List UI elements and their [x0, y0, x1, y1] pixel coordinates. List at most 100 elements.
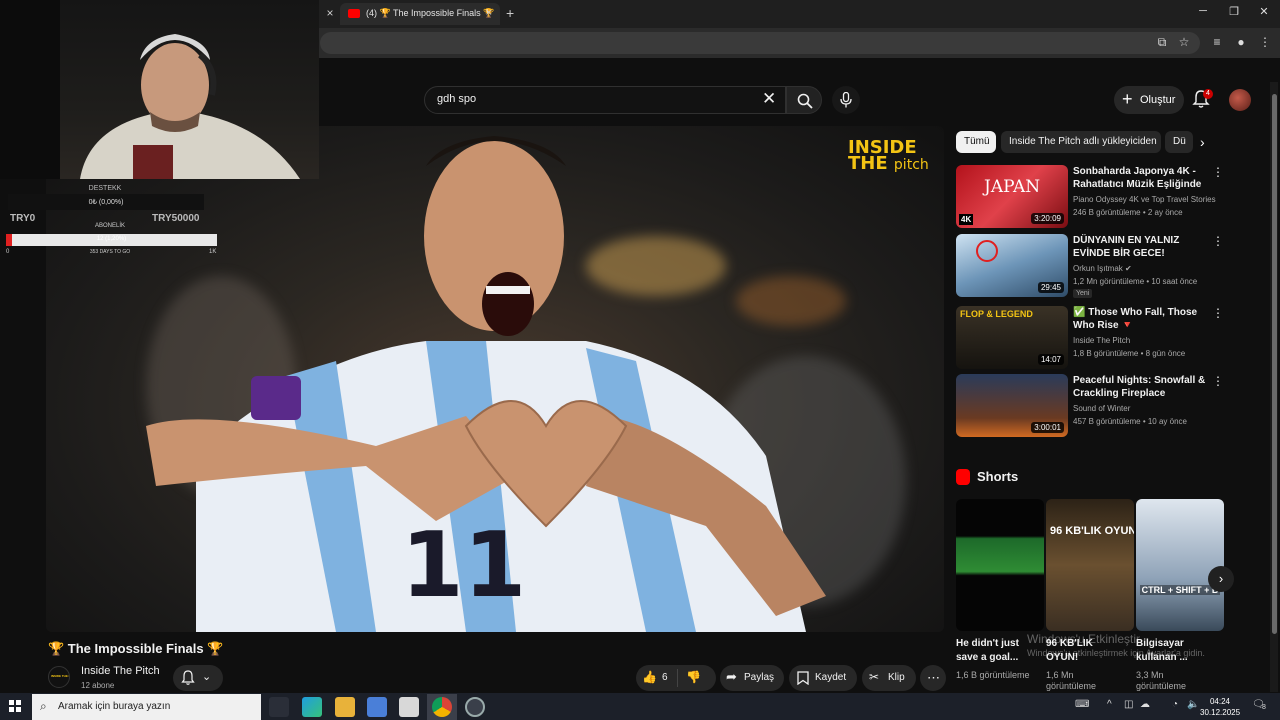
- more-options-icon[interactable]: ⋮: [1212, 306, 1224, 320]
- microsoft-store-icon[interactable]: [367, 697, 387, 717]
- mail-icon[interactable]: [399, 697, 419, 717]
- new-tab-button[interactable]: +: [506, 6, 514, 20]
- search-button[interactable]: [786, 86, 822, 114]
- wifi-icon[interactable]: ◔: [1172, 699, 1178, 710]
- task-view-icon[interactable]: [269, 697, 289, 717]
- quality-badge: 4K: [959, 214, 974, 225]
- logo-line-2: THE pitch: [848, 153, 929, 174]
- screen: × (4) 🏆 The Impossible Finals 🏆 × + ─ ❐ …: [0, 0, 1280, 720]
- file-explorer-icon[interactable]: [335, 697, 355, 717]
- channel-name: Inside The Pitch: [1073, 336, 1131, 345]
- clip-label: Klip: [888, 672, 905, 683]
- restore-button[interactable]: ❐: [1222, 5, 1246, 18]
- close-window-button[interactable]: ✕: [1252, 5, 1276, 18]
- subscription-max: 1K: [209, 249, 217, 255]
- channel-name[interactable]: Inside The Pitch: [81, 665, 160, 677]
- scrollbar-thumb[interactable]: [1272, 94, 1277, 634]
- short-thumbnail[interactable]: [956, 499, 1044, 631]
- account-avatar[interactable]: [1229, 89, 1251, 111]
- taskbar-search-box[interactable]: ⌕ Aramak için buraya yazın: [32, 694, 261, 720]
- taskbar-search-placeholder: Aramak için buraya yazın: [58, 701, 171, 712]
- like-dislike-group: 👍 6 👎: [636, 665, 716, 691]
- taskbar-clock[interactable]: 04:24 30.12.2025: [1200, 696, 1240, 718]
- donation-value: 0₺ (0,00%): [88, 199, 124, 206]
- short-thumbnail[interactable]: CTRL + SHIFT + B: [1136, 499, 1224, 631]
- channel-name: Sound of Winter: [1073, 404, 1131, 413]
- notification-center-count: 8: [1262, 704, 1266, 711]
- video-thumbnail: 3:00:01: [956, 374, 1068, 437]
- video-duration: 14:07: [1037, 354, 1064, 365]
- windows-activation-watermark: Windows'u Etkinleştir: [1027, 632, 1140, 646]
- chip-from-uploader[interactable]: Inside The Pitch adlı yükleyiciden: [1001, 131, 1161, 153]
- address-bar[interactable]: [320, 32, 1200, 54]
- video-title: ✅ Those Who Fall, Those Who Rise 🔻: [1073, 307, 1198, 331]
- chips-next-arrow-icon[interactable]: ›: [1200, 134, 1205, 150]
- more-actions-button[interactable]: ⋯: [920, 665, 946, 691]
- webcam-overlay: [0, 0, 319, 179]
- short-title[interactable]: He didn't just save a goal...: [956, 637, 1036, 665]
- short-thumbnail[interactable]: 96 KB'LIK OYUN: [1046, 499, 1134, 631]
- verified-icon: ✔: [1125, 264, 1132, 273]
- obs-studio-icon[interactable]: [465, 697, 485, 717]
- chip-all[interactable]: Tümü: [956, 131, 996, 153]
- video-meta: 1,8 B görüntüleme • 8 gün önce: [1073, 349, 1186, 358]
- more-options-icon[interactable]: ⋮: [1212, 234, 1224, 248]
- youtube-favicon-icon: [348, 9, 360, 18]
- recommendation-item[interactable]: FLOP & LEGEND 14:07 ✅ Those Who Fall, Th…: [956, 306, 1226, 370]
- voice-search-button[interactable]: [832, 86, 860, 114]
- short-views: 1,6 B görüntüleme: [956, 670, 1030, 680]
- more-options-icon[interactable]: ⋮: [1212, 374, 1224, 388]
- tab-title: (4) 🏆 The Impossible Finals 🏆: [366, 8, 495, 18]
- tab-youtube[interactable]: (4) 🏆 The Impossible Finals 🏆 ×: [340, 3, 500, 25]
- chevron-down-icon: ⌄: [202, 671, 212, 683]
- clear-search-icon[interactable]: ✕: [762, 89, 776, 109]
- video-title: Sonbaharda Japonya 4K - Rahatlatıcı Müzi…: [1073, 166, 1202, 190]
- search-input-value: gdh spo: [437, 93, 477, 105]
- divider: [677, 669, 678, 687]
- share-button[interactable]: ➦ Paylaş: [720, 665, 784, 691]
- edge-browser-icon[interactable]: [302, 697, 322, 717]
- minimize-button[interactable]: ─: [1191, 5, 1215, 17]
- new-badge: Yeni: [1073, 289, 1093, 298]
- channel-avatar[interactable]: INSIDE THE PITCH: [48, 666, 70, 688]
- bookmark-star-icon[interactable]: ☆: [1176, 35, 1192, 49]
- shorts-next-arrow-icon[interactable]: ›: [1208, 566, 1234, 592]
- short-views: 1,6 Mn görüntüleme: [1046, 670, 1097, 691]
- subscription-days-left: 353 DAYS TO GO: [89, 249, 131, 255]
- plus-icon: +: [1122, 89, 1133, 109]
- chip-more[interactable]: Dü: [1165, 131, 1193, 153]
- media-control-icon[interactable]: ≡: [1209, 35, 1225, 49]
- subscribed-notification-button[interactable]: ⌄: [173, 665, 223, 691]
- search-icon: ⌕: [40, 699, 47, 713]
- search-input[interactable]: gdh spo: [424, 86, 786, 114]
- create-button[interactable]: + Oluştur: [1114, 86, 1184, 114]
- tray-overflow-icon[interactable]: ^: [1107, 699, 1112, 710]
- cloud-icon[interactable]: ☁: [1140, 699, 1150, 710]
- previous-tab-close-icon[interactable]: ×: [323, 6, 337, 20]
- save-button[interactable]: Kaydet: [789, 665, 857, 691]
- like-button[interactable]: 👍: [642, 670, 657, 684]
- tab-close-icon[interactable]: ×: [486, 7, 492, 19]
- windows-start-icon[interactable]: [9, 700, 21, 712]
- dislike-button[interactable]: 👎: [686, 670, 701, 684]
- share-label: Paylaş: [744, 672, 775, 683]
- clip-button[interactable]: ✂ Klip: [862, 665, 916, 691]
- share-icon: ➦: [726, 669, 737, 684]
- recommendation-item[interactable]: 29:45 DÜNYANIN EN YALNIZ EVİNDE BİR GECE…: [956, 234, 1226, 298]
- video-meta: 1,2 Mn görüntüleme • 10 saat önce: [1073, 277, 1198, 286]
- browser-menu-icon[interactable]: ⋮: [1257, 35, 1273, 49]
- more-options-icon[interactable]: ⋮: [1212, 165, 1224, 179]
- recommendation-item[interactable]: 3:00:01 Peaceful Nights: Snowfall & Crac…: [956, 374, 1226, 438]
- video-duration: 3:00:01: [1031, 422, 1064, 433]
- channel-watermark-logo: INSIDE THE pitch: [848, 139, 929, 174]
- network-icon[interactable]: ◫: [1124, 699, 1133, 710]
- profile-icon[interactable]: ●: [1233, 35, 1249, 49]
- video-meta: 246 B görüntüleme • 2 ay önce: [1073, 208, 1183, 217]
- keyboard-icon[interactable]: ⌨: [1075, 699, 1089, 710]
- install-app-icon[interactable]: ⧉: [1154, 35, 1170, 50]
- recommendation-item[interactable]: JAPAN 4K 3:20:09 Sonbaharda Japonya 4K -…: [956, 165, 1226, 229]
- video-title: DÜNYANIN EN YALNIZ EVİNDE BİR GECE!: [1073, 235, 1180, 259]
- subscriber-count: 12 abone: [81, 681, 115, 690]
- volume-icon[interactable]: 🔈: [1187, 699, 1199, 710]
- chrome-browser-icon[interactable]: [432, 697, 452, 717]
